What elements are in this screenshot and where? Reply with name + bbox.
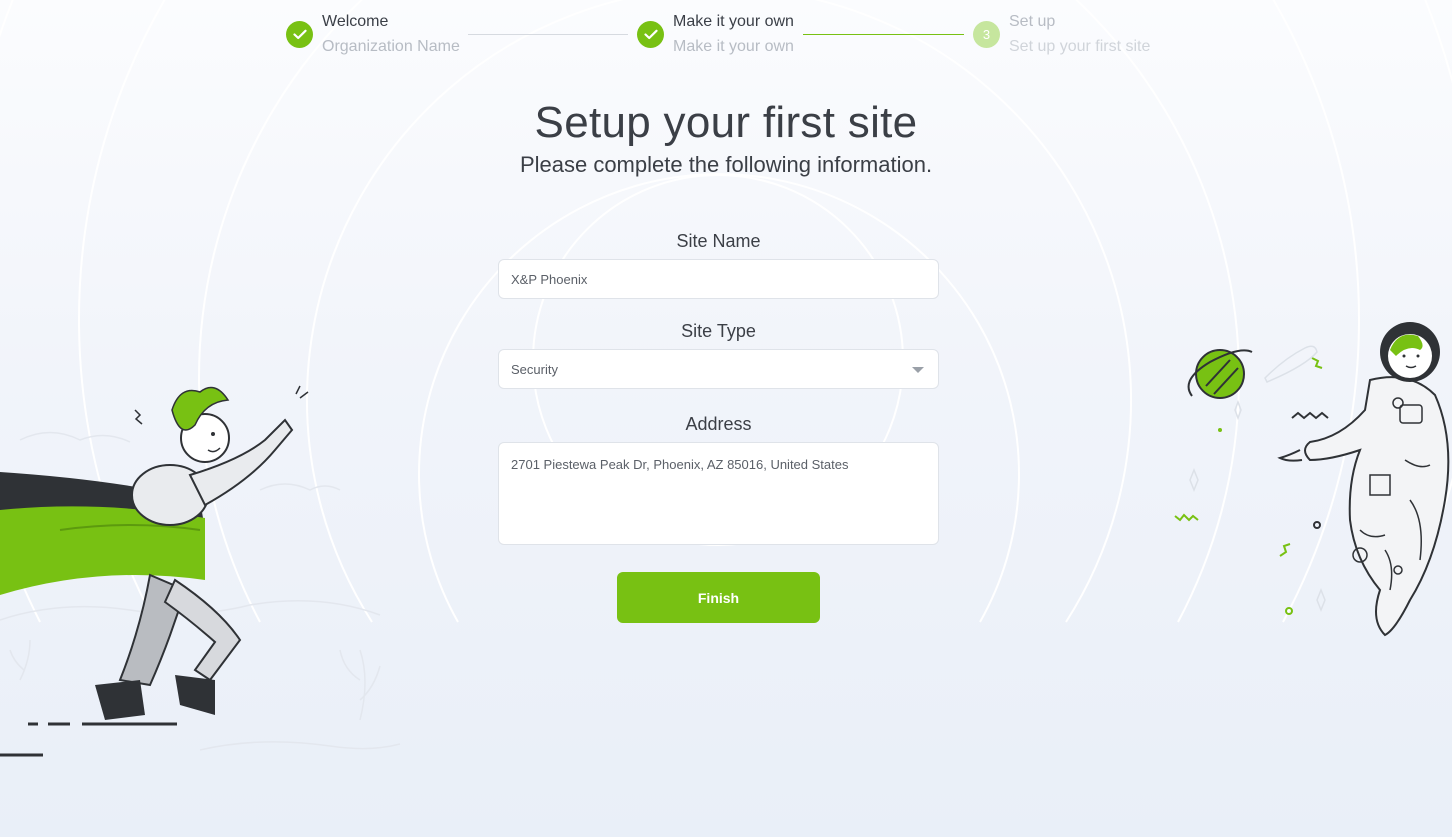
page-subtitle: Please complete the following informatio… [519,152,933,177]
site-type-label: Site Type [681,321,756,341]
step-set-up[interactable]: 3 Set up Set up your first site [973,12,1150,57]
site-name-label: Site Name [676,231,761,251]
step-connector [468,34,628,35]
address-value: 2701 Piestewa Peak Dr, Phoenix, AZ 85016… [511,457,849,472]
step-subtitle: Set up your first site [1009,38,1151,55]
astronaut-illustration [1174,322,1450,637]
setup-stepper: Welcome Organization Name Make it your o… [0,0,1452,70]
site-name-value: X&P Phoenix [511,272,588,287]
finish-button[interactable]: Finish [617,572,820,623]
step-title: Set up [1009,13,1056,30]
page-title: Setup your first site [534,98,918,147]
step-title: Welcome [322,13,389,30]
step-make-it-your-own[interactable]: Make it your own Make it your own [637,12,794,57]
address-label: Address [685,414,752,434]
step-title: Make it your own [673,13,794,30]
step-subtitle: Organization Name [322,38,460,55]
step-number-badge: 3 [973,21,1000,48]
chevron-down-icon[interactable] [912,367,924,373]
step-connector-active [803,34,964,35]
runner-illustration [0,385,401,757]
site-name-input[interactable]: X&P Phoenix [498,259,939,299]
address-textarea[interactable]: 2701 Piestewa Peak Dr, Phoenix, AZ 85016… [498,442,939,545]
site-type-value: Security [511,362,558,377]
site-type-select[interactable]: Security [498,349,939,389]
check-icon [637,21,664,48]
step-welcome[interactable]: Welcome Organization Name [286,12,460,57]
step-subtitle: Make it your own [673,38,794,55]
check-icon [286,21,313,48]
